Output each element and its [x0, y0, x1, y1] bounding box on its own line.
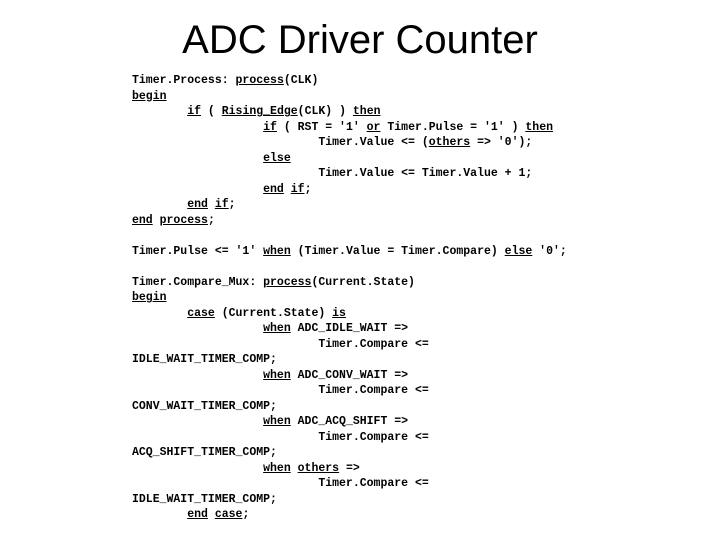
- code-text: ADC_IDLE_WAIT =>: [291, 322, 408, 335]
- keyword-rising-edge: Rising_Edge: [222, 105, 298, 118]
- code-text: [132, 369, 263, 382]
- code-text: Timer.Compare <=: [132, 477, 429, 490]
- code-text: '0';: [532, 245, 567, 258]
- code-text: IDLE_WAIT_TIMER_COMP;: [132, 493, 277, 506]
- code-text: Timer.Value <= (: [132, 136, 429, 149]
- code-text: Timer.Process:: [132, 74, 236, 87]
- code-text: [208, 198, 215, 211]
- keyword-when: when: [263, 322, 291, 335]
- keyword-end: end: [263, 183, 284, 196]
- code-text: =>: [339, 462, 360, 475]
- code-text: [132, 415, 263, 428]
- code-text: ;: [242, 508, 249, 521]
- code-text: ACQ_SHIFT_TIMER_COMP;: [132, 446, 277, 459]
- keyword-else: else: [505, 245, 533, 258]
- code-text: [291, 462, 298, 475]
- keyword-if: if: [263, 121, 277, 134]
- keyword-or: or: [367, 121, 381, 134]
- code-text: [132, 508, 187, 521]
- code-text: [132, 183, 263, 196]
- code-text: ADC_CONV_WAIT =>: [291, 369, 408, 382]
- keyword-when: when: [263, 415, 291, 428]
- code-text: Timer.Value <= Timer.Value + 1;: [132, 167, 532, 180]
- keyword-if: if: [291, 183, 305, 196]
- keyword-end: end: [187, 198, 208, 211]
- code-text: (: [201, 105, 222, 118]
- code-text: [153, 214, 160, 227]
- keyword-process: process: [236, 74, 284, 87]
- keyword-is: is: [332, 307, 346, 320]
- code-text: ( RST = '1': [277, 121, 367, 134]
- code-text: [132, 322, 263, 335]
- code-text: (CLK): [284, 74, 319, 87]
- keyword-end: end: [187, 508, 208, 521]
- keyword-else: else: [263, 152, 291, 165]
- keyword-others: others: [298, 462, 339, 475]
- code-text: [132, 462, 263, 475]
- code-block: Timer.Process: process(CLK) begin if ( R…: [132, 73, 680, 523]
- keyword-when: when: [263, 245, 291, 258]
- code-text: [208, 508, 215, 521]
- code-text: (CLK) ): [298, 105, 353, 118]
- code-text: (Current.State): [215, 307, 332, 320]
- code-text: [132, 307, 187, 320]
- keyword-others: others: [429, 136, 470, 149]
- code-text: [132, 198, 187, 211]
- code-text: ADC_ACQ_SHIFT =>: [291, 415, 408, 428]
- keyword-process: process: [160, 214, 208, 227]
- keyword-process: process: [263, 276, 311, 289]
- code-text: CONV_WAIT_TIMER_COMP;: [132, 400, 277, 413]
- keyword-begin: begin: [132, 90, 167, 103]
- keyword-begin: begin: [132, 291, 167, 304]
- keyword-when: when: [263, 369, 291, 382]
- code-text: IDLE_WAIT_TIMER_COMP;: [132, 353, 277, 366]
- keyword-case: case: [187, 307, 215, 320]
- code-text: Timer.Compare <=: [132, 384, 429, 397]
- code-text: [132, 152, 263, 165]
- code-text: ;: [208, 214, 215, 227]
- code-text: Timer.Pulse <= '1': [132, 245, 263, 258]
- keyword-when: when: [263, 462, 291, 475]
- code-text: [132, 121, 263, 134]
- code-text: Timer.Compare <=: [132, 338, 429, 351]
- page-title: ADC Driver Counter: [0, 18, 720, 63]
- keyword-then: then: [525, 121, 553, 134]
- keyword-case: case: [215, 508, 243, 521]
- keyword-if: if: [187, 105, 201, 118]
- code-text: (Current.State): [311, 276, 415, 289]
- keyword-if: if: [215, 198, 229, 211]
- keyword-end: end: [132, 214, 153, 227]
- code-text: ;: [229, 198, 236, 211]
- code-text: Timer.Compare <=: [132, 431, 429, 444]
- code-text: [132, 105, 187, 118]
- code-text: Timer.Compare_Mux:: [132, 276, 263, 289]
- code-text: [284, 183, 291, 196]
- code-text: Timer.Pulse = '1' ): [380, 121, 525, 134]
- keyword-then: then: [353, 105, 381, 118]
- code-text: => '0');: [470, 136, 532, 149]
- code-text: (Timer.Value = Timer.Compare): [291, 245, 505, 258]
- code-text: ;: [305, 183, 312, 196]
